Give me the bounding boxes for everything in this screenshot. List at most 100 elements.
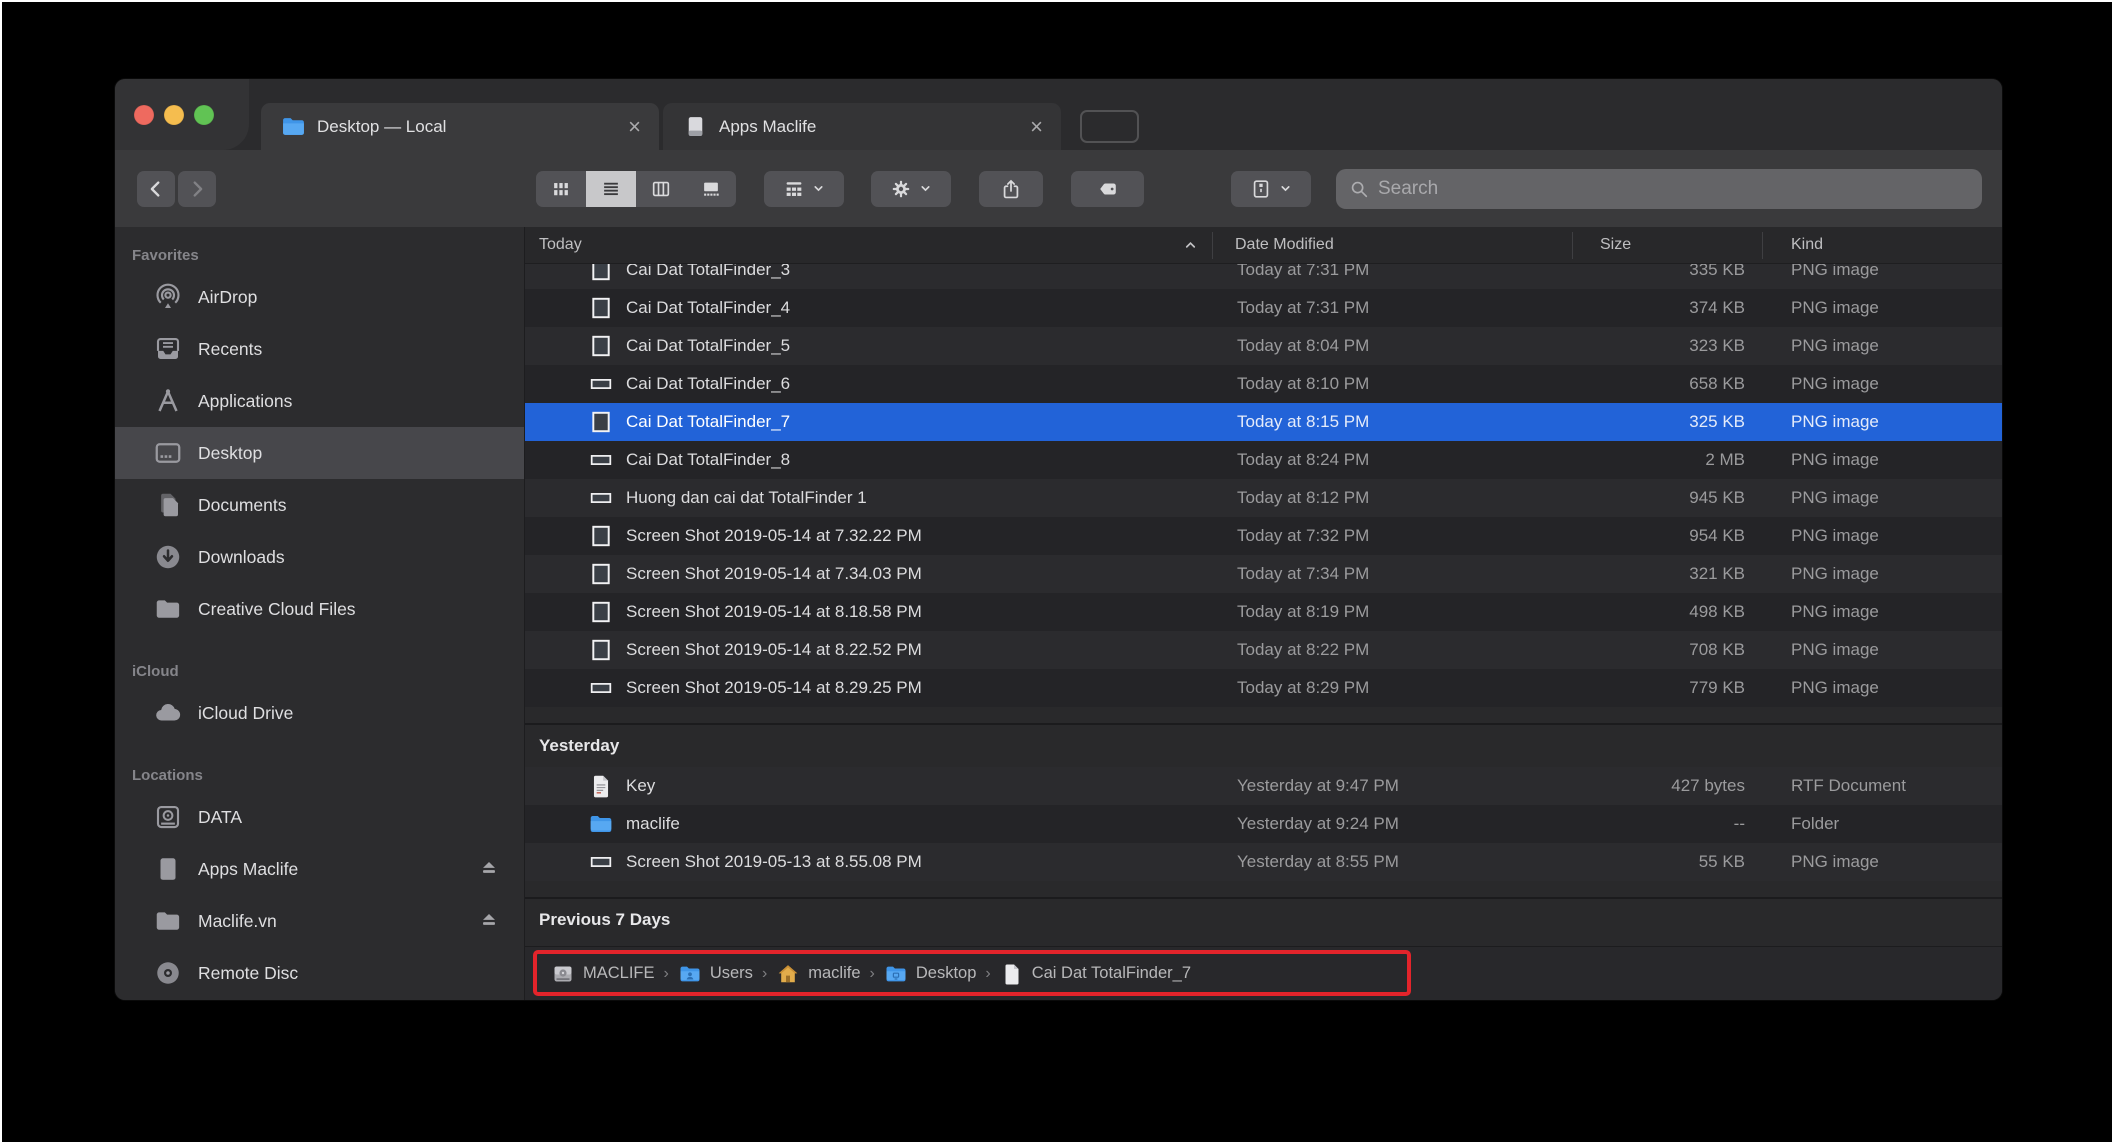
kind-cell: PNG image (1763, 336, 2002, 356)
rtf-icon (587, 773, 614, 800)
sidebar-item-label: Creative Cloud Files (198, 599, 356, 620)
search-icon (1348, 178, 1370, 200)
tab-apps-maclife[interactable]: Apps Maclife × (663, 103, 1061, 150)
eject-icon[interactable] (478, 856, 500, 883)
file-name: Huong dan cai dat TotalFinder 1 (626, 488, 867, 508)
sidebar-item-icloud-drive[interactable]: iCloud Drive (115, 687, 524, 739)
search-input[interactable] (1378, 178, 1970, 200)
view-columns-button[interactable] (636, 171, 686, 207)
hdd-icon (151, 802, 185, 832)
table-row[interactable]: Huong dan cai dat TotalFinder 1Today at … (525, 479, 2002, 517)
table-row[interactable]: Screen Shot 2019-05-13 at 8.55.08 PMYest… (525, 843, 2002, 881)
table-row[interactable]: maclifeYesterday at 9:24 PM--Folder (525, 805, 2002, 843)
sidebar-item-label: Remote Disc (198, 963, 298, 984)
table-row[interactable]: Screen Shot 2019-05-14 at 8.29.25 PMToda… (525, 669, 2002, 707)
table-row[interactable]: Cai Dat TotalFinder_5Today at 8:04 PM323… (525, 327, 2002, 365)
tab-close-icon[interactable]: × (624, 116, 645, 138)
sidebar-item-label: Applications (198, 391, 292, 412)
table-row[interactable]: Cai Dat TotalFinder_7Today at 8:15 PM325… (525, 403, 2002, 441)
file-name: Screen Shot 2019-05-13 at 8.55.08 PM (626, 852, 922, 872)
tab-close-icon[interactable]: × (1026, 116, 1047, 138)
sidebar-item-desktop[interactable]: Desktop (115, 427, 524, 479)
sidebar-item-creative-cloud-files[interactable]: Creative Cloud Files (115, 583, 524, 635)
column-header-date-modified[interactable]: Date Modified (1213, 236, 1572, 254)
file-name: Cai Dat TotalFinder_7 (626, 412, 790, 432)
table-row[interactable]: Cai Dat TotalFinder_4Today at 7:31 PM374… (525, 289, 2002, 327)
date-modified-cell: Today at 7:31 PM (1215, 298, 1574, 318)
sidebar-item-apps-maclife[interactable]: Apps Maclife (115, 843, 524, 895)
sidebar-item-data[interactable]: DATA (115, 791, 524, 843)
table-row[interactable]: Cai Dat TotalFinder_8Today at 8:24 PM2 M… (525, 441, 2002, 479)
minimize-window-button[interactable] (164, 105, 184, 125)
size-cell: 779 KB (1574, 678, 1763, 698)
image-square-icon (587, 333, 614, 360)
new-tab-stub[interactable] (1080, 110, 1139, 143)
path-item-cai-dat-totalfinder-7[interactable]: Cai Dat TotalFinder_7 (1000, 962, 1191, 986)
sort-ascending-icon (1183, 238, 1198, 253)
table-row[interactable]: Screen Shot 2019-05-14 at 7.32.22 PMToda… (525, 517, 2002, 555)
sidebar-item-applications[interactable]: Applications (115, 375, 524, 427)
column-header-name[interactable]: Today (525, 236, 1212, 254)
path-items: MACLIFE›Users›maclife›Desktop›Cai Dat To… (551, 962, 1191, 986)
group-label-today: Today (539, 236, 582, 254)
sidebar-item-label: iCloud Drive (198, 703, 293, 724)
image-wide-icon (587, 447, 614, 474)
path-separator: › (870, 965, 875, 983)
sidebar-item-airdrop[interactable]: AirDrop (115, 271, 524, 323)
share-button[interactable] (979, 171, 1043, 207)
back-button[interactable] (137, 171, 175, 207)
tag-icon (1097, 178, 1119, 200)
date-modified-cell: Yesterday at 9:47 PM (1215, 776, 1574, 796)
view-gallery-button[interactable] (686, 171, 736, 207)
column-header-size[interactable]: Size (1573, 236, 1762, 254)
sidebar-item-recents[interactable]: Recents (115, 323, 524, 375)
table-row[interactable]: Cai Dat TotalFinder_3Today at 7:31 PM335… (525, 264, 2002, 289)
close-window-button[interactable] (134, 105, 154, 125)
view-icons-button[interactable] (536, 171, 586, 207)
group-button[interactable] (764, 171, 844, 207)
table-row[interactable]: Screen Shot 2019-05-14 at 8.18.58 PMToda… (525, 593, 2002, 631)
kind-cell: RTF Document (1763, 776, 2002, 796)
path-item-desktop[interactable]: Desktop (884, 962, 977, 986)
date-modified-cell: Today at 8:24 PM (1215, 450, 1574, 470)
date-modified-cell: Today at 8:04 PM (1215, 336, 1574, 356)
table-row[interactable]: KeyYesterday at 9:47 PM427 bytesRTF Docu… (525, 767, 2002, 805)
icon-view-icon (550, 178, 572, 200)
eject-icon[interactable] (478, 908, 500, 935)
tab-desktop-local[interactable]: Desktop — Local × (261, 103, 659, 150)
column-header-kind[interactable]: Kind (1763, 236, 2002, 254)
table-row[interactable]: Screen Shot 2019-05-14 at 7.34.03 PMToda… (525, 555, 2002, 593)
screen: Desktop — Local × Apps Maclife × (0, 0, 2114, 1144)
path-item-maclife[interactable]: maclife (776, 962, 860, 986)
sidebar-item-downloads[interactable]: Downloads (115, 531, 524, 583)
kind-cell: PNG image (1763, 564, 2002, 584)
forward-button[interactable] (178, 171, 216, 207)
sidebar-item-remote-disc[interactable]: Remote Disc (115, 947, 524, 999)
image-square-icon (587, 409, 614, 436)
kind-cell: PNG image (1763, 678, 2002, 698)
date-modified-cell: Yesterday at 9:24 PM (1215, 814, 1574, 834)
tag-button[interactable] (1071, 171, 1144, 207)
sidebar-item-maclife-vn[interactable]: Maclife.vn (115, 895, 524, 947)
visor-menu-button[interactable] (1231, 171, 1311, 207)
action-menu-button[interactable] (871, 171, 951, 207)
list-column-headers: Today Date Modified Size Kind (525, 227, 2002, 264)
zoom-window-button[interactable] (194, 105, 214, 125)
path-item-label: MACLIFE (583, 964, 655, 983)
size-cell: 708 KB (1574, 640, 1763, 660)
column-view-icon (650, 178, 672, 200)
airdrop-icon (151, 282, 185, 312)
path-item-maclife[interactable]: MACLIFE (551, 962, 655, 986)
file-name: Cai Dat TotalFinder_5 (626, 336, 790, 356)
image-square-icon (587, 295, 614, 322)
table-row[interactable]: Screen Shot 2019-05-14 at 8.22.52 PMToda… (525, 631, 2002, 669)
sidebar-item-documents[interactable]: Documents (115, 479, 524, 531)
kind-cell: PNG image (1763, 852, 2002, 872)
table-row[interactable]: Cai Dat TotalFinder_6Today at 8:10 PM658… (525, 365, 2002, 403)
list-view-icon (600, 178, 622, 200)
size-cell: 658 KB (1574, 374, 1763, 394)
date-modified-cell: Today at 7:31 PM (1215, 264, 1574, 280)
date-modified-cell: Today at 7:32 PM (1215, 526, 1574, 546)
path-item-users[interactable]: Users (678, 962, 753, 986)
view-list-button[interactable] (586, 171, 636, 207)
